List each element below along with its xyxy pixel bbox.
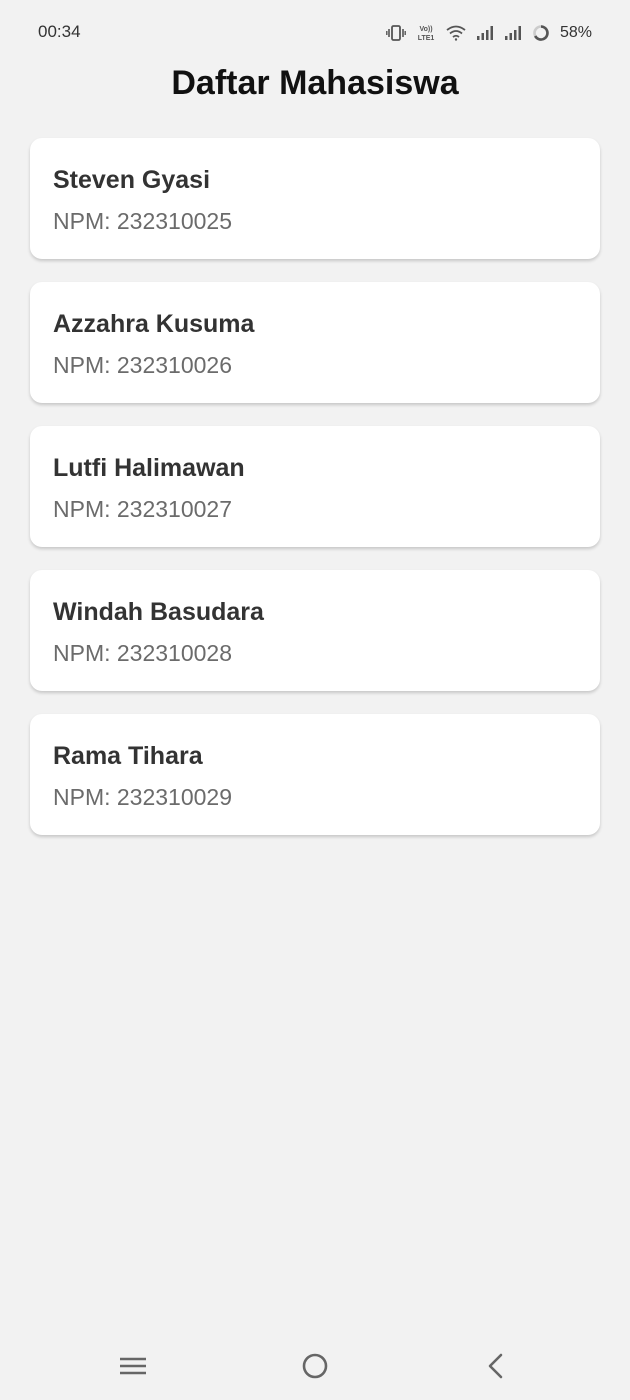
student-npm: NPM: 232310025 xyxy=(53,208,233,234)
wifi-icon xyxy=(446,25,466,41)
home-icon xyxy=(301,1352,329,1385)
student-name: Azzahra Kusuma xyxy=(53,310,255,338)
student-card[interactable]: Steven Gyasi NPM: 232310025 xyxy=(30,138,600,259)
status-bar: 00:34 Vo)) LTE1 58% xyxy=(0,0,630,66)
signal-icon xyxy=(504,25,522,41)
signal-icon xyxy=(476,25,494,41)
student-list: Steven Gyasi NPM: 232310025 Azzahra Kusu… xyxy=(30,138,600,858)
navigation-bar xyxy=(0,1336,630,1400)
student-name: Lutfi Halimawan xyxy=(53,454,245,482)
page-title: Daftar Mahasiswa xyxy=(171,64,459,102)
volte-icon: Vo)) LTE1 xyxy=(416,24,436,42)
back-button[interactable] xyxy=(476,1348,516,1388)
home-button[interactable] xyxy=(295,1348,335,1388)
svg-text:LTE1: LTE1 xyxy=(418,35,435,42)
student-card[interactable]: Windah Basudara NPM: 232310028 xyxy=(30,570,600,691)
menu-icon xyxy=(119,1355,147,1382)
student-card[interactable]: Lutfi Halimawan NPM: 232310027 xyxy=(30,426,600,547)
student-npm: NPM: 232310026 xyxy=(53,352,233,378)
student-card[interactable]: Rama Tihara NPM: 232310029 xyxy=(30,714,600,835)
battery-ring-icon xyxy=(532,24,550,42)
student-npm: NPM: 232310028 xyxy=(53,640,233,666)
student-npm: NPM: 232310029 xyxy=(53,784,233,810)
vibrate-icon xyxy=(386,25,406,41)
recent-apps-button[interactable] xyxy=(113,1348,153,1388)
svg-text:Vo)): Vo)) xyxy=(419,26,432,33)
status-time: 00:34 xyxy=(38,22,81,41)
student-name: Windah Basudara xyxy=(53,598,264,626)
status-icons: Vo)) LTE1 58% xyxy=(386,22,592,44)
back-icon xyxy=(486,1353,506,1384)
student-name: Rama Tihara xyxy=(53,742,203,770)
student-card[interactable]: Azzahra Kusuma NPM: 232310026 xyxy=(30,282,600,403)
battery-percentage: 58% xyxy=(559,24,592,41)
student-name: Steven Gyasi xyxy=(53,166,211,194)
student-npm: NPM: 232310027 xyxy=(53,496,233,522)
